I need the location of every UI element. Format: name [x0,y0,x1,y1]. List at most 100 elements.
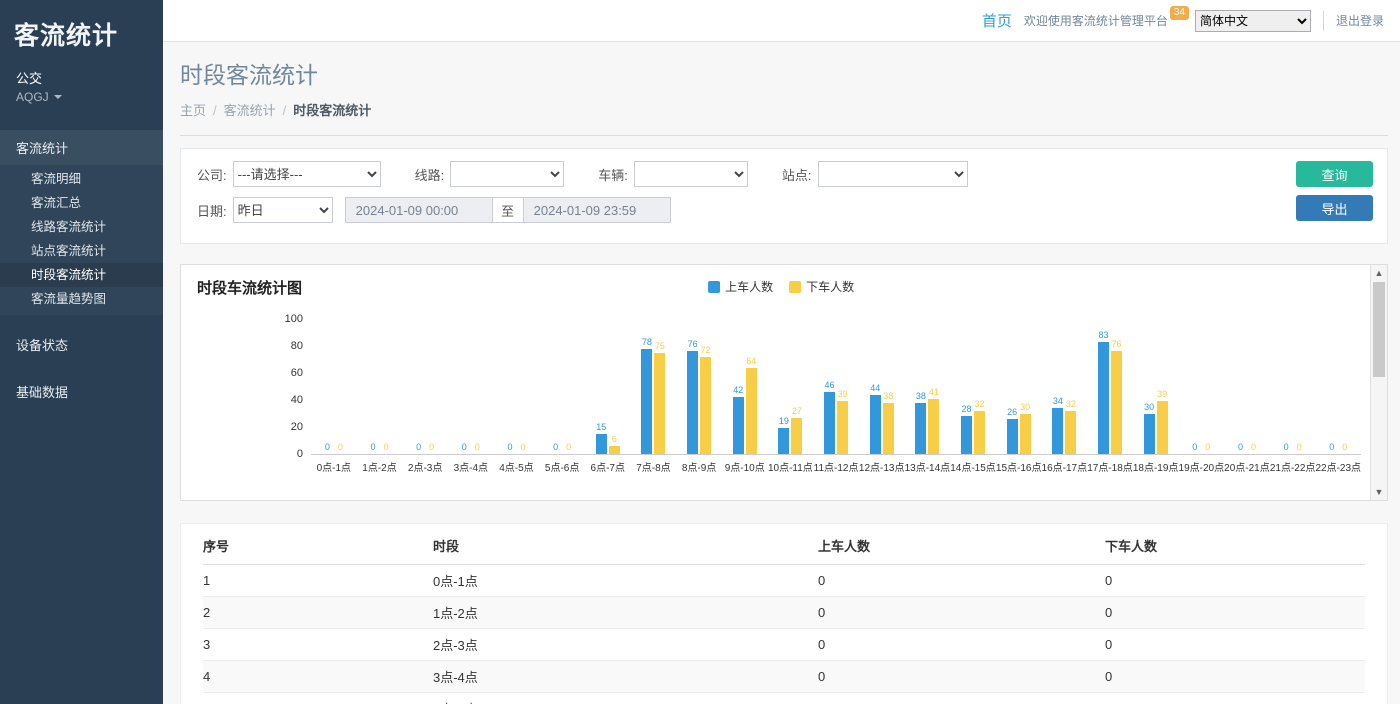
legend-label: 下车人数 [806,278,854,295]
date-range-group: 至 [345,197,671,223]
company-select[interactable]: ---请选择--- [233,161,381,187]
bar-上车人数 [778,428,789,454]
bar-value-label: 0 [370,443,375,452]
bar-value-label: 0 [462,443,467,452]
x-axis-category-label: 18点-19点 [1133,459,1179,474]
app-logo-title[interactable]: 客流统计 [0,0,163,52]
scrollbar-thumb[interactable] [1373,282,1385,377]
line-select[interactable] [450,161,564,187]
bar-上车人数 [824,392,835,454]
line-label: 线路: [415,165,445,184]
legend-item-上车人数[interactable]: 上车人数 [708,278,773,295]
bar-下车人数 [1020,414,1031,455]
sidebar-item-时段客流统计[interactable]: 时段客流统计 [0,263,163,287]
x-axis-category-label: 22点-23点 [1315,459,1361,474]
sidebar-section-passenger-stats[interactable]: 客流统计 [0,130,163,165]
language-select[interactable]: 简体中文 [1195,10,1311,32]
bar-value-label: 72 [701,346,711,355]
bar-value-label: 39 [1157,390,1167,399]
bar-column: 76 [687,320,698,454]
bar-column: 0 [413,320,424,454]
bar-column: 46 [824,320,835,454]
bar-column: 30 [1144,320,1155,454]
table-cell: 3 [203,629,433,661]
notification-badge: 34 [1170,6,1189,20]
org-code-dropdown[interactable]: AQGJ [0,87,163,104]
bar-column: 83 [1098,320,1109,454]
bar-value-label: 34 [1053,397,1063,406]
org-code-label: AQGJ [16,90,49,104]
vehicle-select[interactable] [634,161,748,187]
bar-value-label: 0 [429,443,434,452]
bar-上车人数 [596,434,607,454]
sidebar-item-客流量趋势图[interactable]: 客流量趋势图 [0,287,163,311]
legend-item-下车人数[interactable]: 下车人数 [789,278,854,295]
table-cell: 0 [1105,629,1365,661]
bar-上车人数 [687,351,698,454]
bar-column: 0 [1202,320,1213,454]
home-link[interactable]: 首页 [982,10,1012,31]
table-cell: 4 [203,661,433,693]
table-row: 32点-3点00 [203,629,1365,661]
date-end-input[interactable] [523,197,671,223]
chart-category-group: 0022点-23点 [1315,320,1361,454]
chart-category-group: 78757点-8点 [631,320,677,454]
chart-category-group: 003点-4点 [448,320,494,454]
bar-column: 0 [1235,320,1246,454]
station-select[interactable] [818,161,968,187]
scroll-down-icon[interactable]: ▼ [1371,484,1387,500]
sidebar-item-客流汇总[interactable]: 客流汇总 [0,191,163,215]
table-cell: 0 [818,565,1105,597]
sidebar-item-线路客流统计[interactable]: 线路客流统计 [0,215,163,239]
bar-value-label: 0 [416,443,421,452]
x-axis-category-label: 10点-11点 [768,459,813,474]
bar-value-label: 78 [642,338,652,347]
chart-scrollbar[interactable]: ▲ ▼ [1370,265,1387,500]
logout-link[interactable]: 退出登录 [1323,11,1384,31]
main-content: 首页 欢迎使用客流统计管理平台 34 简体中文 退出登录 时段客流统计 主页/客… [163,0,1400,704]
bar-column: 0 [426,320,437,454]
table-cell: 2 [203,597,433,629]
sidebar-submenu: 客流明细客流汇总线路客流统计站点客流统计时段客流统计客流量趋势图 [0,165,163,315]
bar-column: 0 [472,320,483,454]
sidebar-root-items: 设备状态基础数据 [0,327,163,409]
table-body: 10点-1点0021点-2点0032点-3点0043点-4点0054点-5点00… [203,565,1365,704]
bar-column: 30 [1020,320,1031,454]
date-preset-select[interactable]: 昨日 [233,197,333,223]
chart-category-group: 000点-1点 [311,320,357,454]
sidebar-item-设备状态[interactable]: 设备状态 [0,327,163,362]
bar-column: 72 [700,320,711,454]
bar-value-label: 19 [779,417,789,426]
table-cell: 1点-2点 [433,597,818,629]
x-axis-category-label: 11点-12点 [814,459,859,474]
export-button[interactable]: 导出 [1296,195,1373,221]
bar-下车人数 [746,368,757,454]
bar-column: 44 [870,320,881,454]
scroll-up-icon[interactable]: ▲ [1371,265,1387,281]
breadcrumb-separator: / [213,103,217,118]
bar-column: 6 [609,320,620,454]
bar-下车人数 [1111,351,1122,454]
sidebar: 客流统计 公交 AQGJ 客流统计 客流明细客流汇总线路客流统计站点客流统计时段… [0,0,163,704]
x-axis-category-label: 2点-3点 [408,459,442,474]
bar-下车人数 [609,446,620,454]
table-column-header: 上车人数 [818,526,1105,565]
sidebar-item-基础数据[interactable]: 基础数据 [0,374,163,409]
bar-上车人数 [961,416,972,454]
chart-category-group: 0019点-20点 [1178,320,1224,454]
breadcrumb-passenger-stats[interactable]: 客流统计 [224,103,276,118]
filter-row-2: 日期: 昨日 至 [197,197,1371,223]
breadcrumb-home[interactable]: 主页 [180,103,206,118]
bar-column: 38 [915,320,926,454]
date-start-input[interactable] [345,197,493,223]
sidebar-menu: 客流统计 客流明细客流汇总线路客流统计站点客流统计时段客流统计客流量趋势图 设备… [0,130,163,409]
sidebar-item-客流明细[interactable]: 客流明细 [0,167,163,191]
table-cell: 5 [203,693,433,704]
query-button[interactable]: 查询 [1296,161,1373,187]
bar-column: 75 [654,320,665,454]
bar-column: 0 [504,320,515,454]
chart-category-group: 463911点-12点 [813,320,859,454]
breadcrumb: 主页/客流统计/时段客流统计 [180,100,1388,136]
sidebar-item-站点客流统计[interactable]: 站点客流统计 [0,239,163,263]
bar-column: 0 [1281,320,1292,454]
